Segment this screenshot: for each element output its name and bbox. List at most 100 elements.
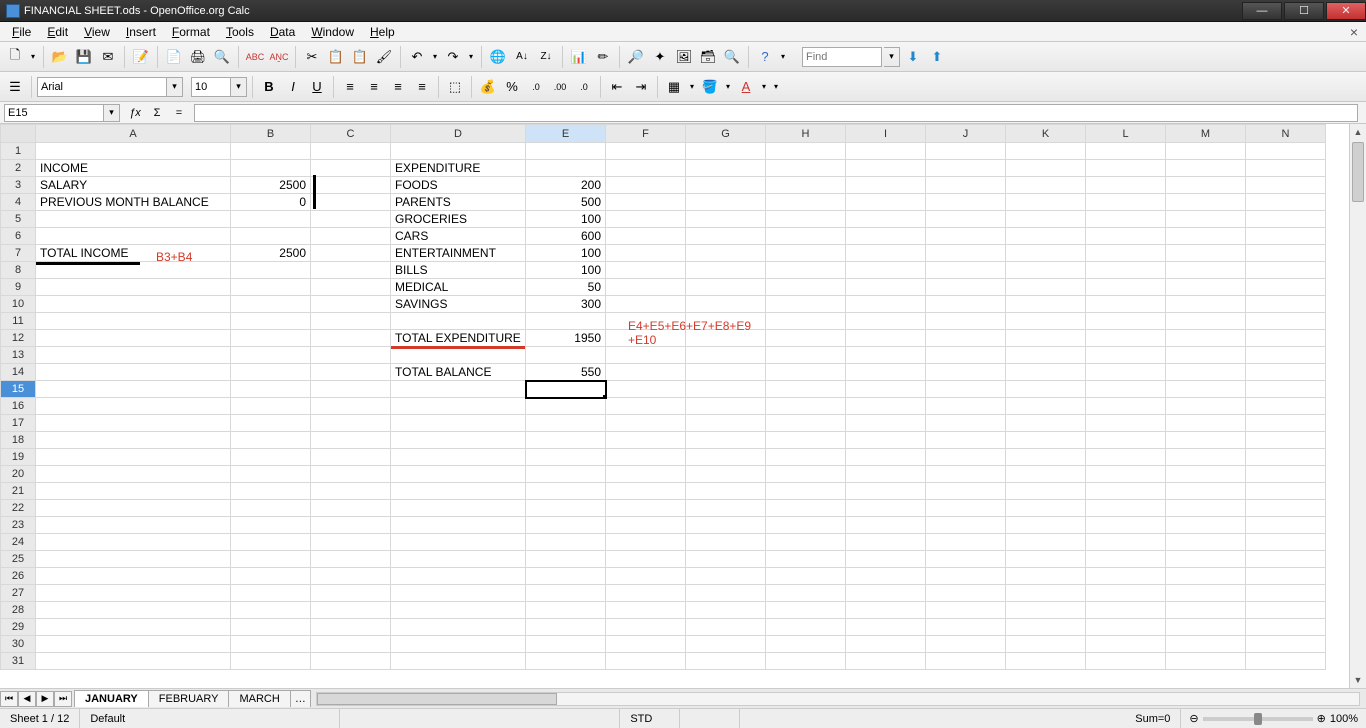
select-all-corner[interactable] (1, 125, 36, 143)
align-left-button[interactable]: ≡ (339, 76, 361, 98)
cell-F31[interactable] (606, 653, 686, 670)
tab-prev-button[interactable]: ◀ (18, 691, 36, 707)
sheet-tab-march[interactable]: MARCH (228, 690, 290, 707)
cell-C3[interactable] (311, 177, 391, 194)
cell-G3[interactable] (686, 177, 766, 194)
row-header-15[interactable]: 15 (1, 381, 36, 398)
cell-E25[interactable] (526, 551, 606, 568)
cell-D12[interactable]: TOTAL EXPENDITURE (391, 330, 526, 347)
cell-H7[interactable] (766, 245, 846, 262)
cell-A12[interactable] (36, 330, 231, 347)
vertical-scrollbar[interactable]: ▲ ▼ (1349, 124, 1366, 688)
cell-N10[interactable] (1246, 296, 1326, 313)
cell-C1[interactable] (311, 143, 391, 160)
cell-B18[interactable] (231, 432, 311, 449)
cut-button[interactable]: ✂ (301, 46, 323, 68)
row-header-12[interactable]: 12 (1, 330, 36, 347)
cell-E31[interactable] (526, 653, 606, 670)
cell-L27[interactable] (1086, 585, 1166, 602)
find-replace-button[interactable]: 🔎 (625, 46, 647, 68)
horizontal-scrollbar[interactable] (316, 692, 1360, 706)
cell-H16[interactable] (766, 398, 846, 415)
cell-J6[interactable] (926, 228, 1006, 245)
cell-N15[interactable] (1246, 381, 1326, 398)
sum-button[interactable]: Σ (148, 104, 166, 122)
cell-J25[interactable] (926, 551, 1006, 568)
print-preview-button[interactable]: 🔍 (211, 46, 233, 68)
cell-C5[interactable] (311, 211, 391, 228)
cell-M23[interactable] (1166, 517, 1246, 534)
cell-B31[interactable] (231, 653, 311, 670)
cell-D16[interactable] (391, 398, 526, 415)
cell-G23[interactable] (686, 517, 766, 534)
cell-D5[interactable]: GROCERIES (391, 211, 526, 228)
row-header-6[interactable]: 6 (1, 228, 36, 245)
cell-H12[interactable] (766, 330, 846, 347)
cell-K11[interactable] (1006, 313, 1086, 330)
cell-D20[interactable] (391, 466, 526, 483)
cell-F4[interactable] (606, 194, 686, 211)
cell-K23[interactable] (1006, 517, 1086, 534)
cell-M4[interactable] (1166, 194, 1246, 211)
status-sum[interactable]: Sum=0 (740, 709, 1181, 728)
cell-A24[interactable] (36, 534, 231, 551)
cell-G26[interactable] (686, 568, 766, 585)
cell-A19[interactable] (36, 449, 231, 466)
cell-G22[interactable] (686, 500, 766, 517)
cell-I25[interactable] (846, 551, 926, 568)
cell-M1[interactable] (1166, 143, 1246, 160)
email-button[interactable]: ✉ (97, 46, 119, 68)
cell-M27[interactable] (1166, 585, 1246, 602)
row-header-9[interactable]: 9 (1, 279, 36, 296)
cell-E7[interactable]: 100 (526, 245, 606, 262)
cell-H26[interactable] (766, 568, 846, 585)
redo-button[interactable]: ↷ (442, 46, 464, 68)
cell-N19[interactable] (1246, 449, 1326, 466)
col-header-C[interactable]: C (311, 125, 391, 143)
formula-input[interactable] (194, 104, 1358, 122)
format-paintbrush-button[interactable]: 🖌 (373, 46, 395, 68)
cell-G10[interactable] (686, 296, 766, 313)
cell-I3[interactable] (846, 177, 926, 194)
cell-B15[interactable] (231, 381, 311, 398)
cell-L12[interactable] (1086, 330, 1166, 347)
cell-F17[interactable] (606, 415, 686, 432)
col-header-A[interactable]: A (36, 125, 231, 143)
cell-E18[interactable] (526, 432, 606, 449)
scroll-thumb[interactable] (1352, 142, 1364, 202)
cell-D30[interactable] (391, 636, 526, 653)
cell-B23[interactable] (231, 517, 311, 534)
cell-D28[interactable] (391, 602, 526, 619)
cell-G28[interactable] (686, 602, 766, 619)
zoom-slider[interactable] (1203, 717, 1313, 721)
cell-L13[interactable] (1086, 347, 1166, 364)
row-header-21[interactable]: 21 (1, 483, 36, 500)
cell-N16[interactable] (1246, 398, 1326, 415)
cell-J1[interactable] (926, 143, 1006, 160)
hscroll-thumb[interactable] (317, 693, 557, 705)
row-header-29[interactable]: 29 (1, 619, 36, 636)
cell-N25[interactable] (1246, 551, 1326, 568)
cell-M16[interactable] (1166, 398, 1246, 415)
cell-L18[interactable] (1086, 432, 1166, 449)
cell-A29[interactable] (36, 619, 231, 636)
cell-F13[interactable] (606, 347, 686, 364)
cell-N3[interactable] (1246, 177, 1326, 194)
auto-spellcheck-button[interactable]: AṈC (268, 46, 290, 68)
cell-N23[interactable] (1246, 517, 1326, 534)
font-size-dropdown[interactable]: ▾ (231, 77, 247, 97)
cell-I30[interactable] (846, 636, 926, 653)
row-header-4[interactable]: 4 (1, 194, 36, 211)
col-header-H[interactable]: H (766, 125, 846, 143)
cell-K2[interactable] (1006, 160, 1086, 177)
cell-I9[interactable] (846, 279, 926, 296)
merge-cells-button[interactable]: ⬚ (444, 76, 466, 98)
cell-F26[interactable] (606, 568, 686, 585)
cell-L1[interactable] (1086, 143, 1166, 160)
sheet-tab-more[interactable]: … (290, 690, 311, 707)
sort-asc-button[interactable]: A↓ (511, 46, 533, 68)
cell-I6[interactable] (846, 228, 926, 245)
row-header-27[interactable]: 27 (1, 585, 36, 602)
cell-I7[interactable] (846, 245, 926, 262)
col-header-B[interactable]: B (231, 125, 311, 143)
